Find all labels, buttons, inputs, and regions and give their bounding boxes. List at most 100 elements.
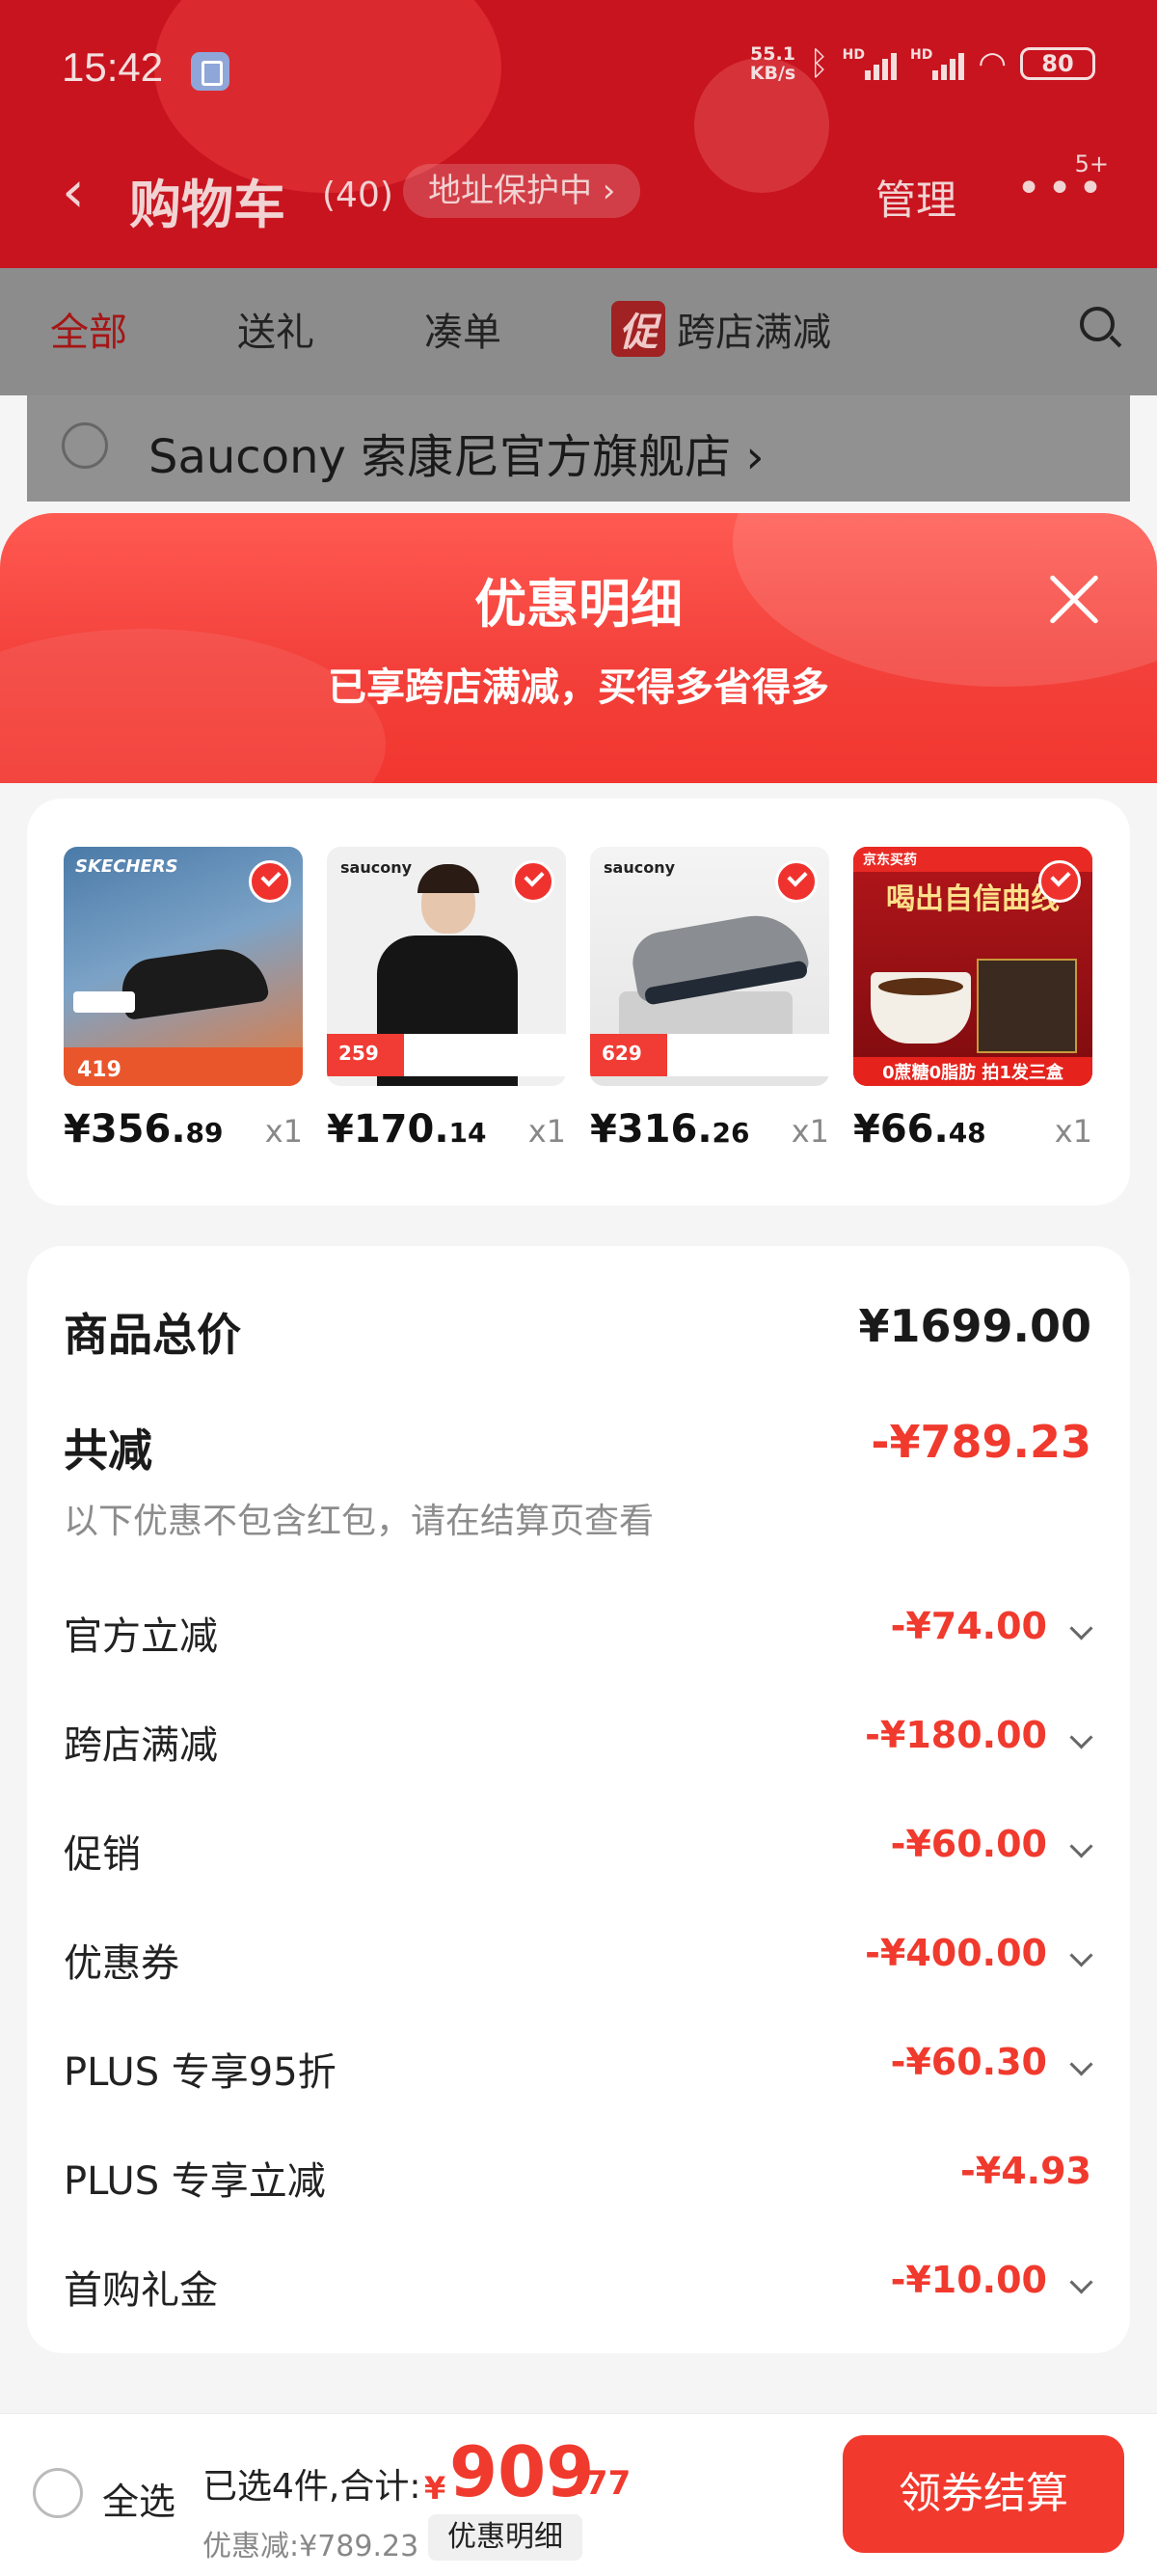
bluetooth-icon: ᛒ — [809, 44, 829, 83]
discount-value: -¥180.00 — [865, 1714, 1047, 1756]
back-chevron-icon[interactable]: ‹ — [62, 163, 85, 221]
product-thumbnail: saucony 629 — [590, 847, 829, 1086]
discount-breakdown-card: 商品总价 ¥1699.00 共减 -¥789.23 以下优惠不包含红包，请在结算… — [27, 1246, 1130, 2353]
price-integer: ¥356. — [64, 1107, 186, 1152]
discount-value: -¥10.00 — [890, 2259, 1047, 2301]
total-price-value: ¥1699.00 — [858, 1300, 1091, 1352]
thumb-price: 419 — [77, 1058, 121, 1082]
thumb-price: 259 — [338, 1042, 379, 1065]
selected-check-icon[interactable] — [512, 860, 554, 903]
checkout-button[interactable]: 领券结算 — [843, 2435, 1124, 2553]
product-quantity: x1 — [264, 1113, 303, 1150]
select-all-label[interactable]: 全选 — [102, 2472, 175, 2525]
model-hair — [417, 864, 479, 893]
store-name[interactable]: Saucony 索康尼官方旗舰店 › — [148, 419, 765, 486]
chevron-down-icon[interactable] — [1069, 1943, 1093, 1967]
thumb-footer: 0蔗糖0脂肪 拍1发三盒 — [853, 1057, 1092, 1086]
product-price: ¥356.89 — [64, 1107, 224, 1152]
product-quantity: x1 — [1054, 1113, 1092, 1150]
chevron-down-icon[interactable] — [1069, 1725, 1093, 1749]
discount-row-plus-95[interactable]: PLUS 专享95折 -¥60.30 — [64, 2033, 1093, 2101]
product-brand: saucony — [340, 858, 413, 877]
hd-label-2: HD — [909, 47, 933, 63]
thumb-footer-text: 0蔗糖0脂肪 拍1发三盒 — [882, 1063, 1063, 1083]
signal-2: HD — [909, 47, 965, 80]
hd-label-1: HD — [842, 47, 865, 63]
thumb-price-bar: 259 — [327, 1034, 566, 1076]
chevron-down-icon[interactable] — [1069, 1834, 1093, 1858]
coffee-cup-image — [871, 972, 971, 1044]
reduction-note: 以下优惠不包含红包，请在结算页查看 — [64, 1502, 655, 1541]
network-speed-unit: KB/s — [749, 63, 796, 84]
product-price-row: ¥170.14 x1 — [327, 1107, 566, 1165]
price-decimal: 26 — [712, 1117, 750, 1149]
selected-check-icon[interactable] — [1038, 860, 1081, 903]
status-time: 15:42 — [62, 44, 164, 90]
product-item[interactable]: SKECHERS 419 ¥356.89 x1 — [64, 847, 303, 1165]
discount-label: 官方立减 — [64, 1614, 218, 1659]
chevron-down-icon[interactable] — [1069, 2052, 1093, 2076]
sheet-title: 优惠明细 — [474, 574, 683, 635]
tab-cross-store[interactable]: 促跨店满减 — [611, 301, 831, 357]
selected-products-card: SKECHERS 419 ¥356.89 x1 saucony 259 ¥170… — [27, 799, 1130, 1206]
address-protection-badge[interactable]: 地址保护中 › — [403, 164, 641, 218]
discount-label: PLUS 专享立减 — [64, 2159, 326, 2204]
discount-detail-button[interactable]: 优惠明细 — [428, 2514, 582, 2561]
discount-row-promo[interactable]: 促销 -¥60.00 — [64, 1815, 1093, 1883]
discount-row-plus-direct: PLUS 专享立减 -¥4.93 — [64, 2142, 1091, 2210]
product-price: ¥66.48 — [853, 1107, 986, 1152]
chevron-down-icon[interactable] — [1069, 1616, 1093, 1641]
tab-gift[interactable]: 送礼 — [237, 301, 314, 357]
product-price-row: ¥66.48 x1 — [853, 1107, 1092, 1165]
select-all-radio[interactable] — [33, 2468, 83, 2518]
product-item[interactable]: saucony 629 ¥316.26 x1 — [590, 847, 829, 1165]
product-price: ¥316.26 — [590, 1107, 750, 1152]
product-thumbnail: SKECHERS 419 — [64, 847, 303, 1086]
product-box-image — [977, 959, 1077, 1053]
search-icon[interactable] — [1080, 307, 1115, 341]
manage-button[interactable]: 管理 — [875, 168, 956, 227]
product-item[interactable]: saucony 259 ¥170.14 x1 — [327, 847, 566, 1165]
selected-check-icon[interactable] — [775, 860, 818, 903]
discount-label: 跨店满减 — [64, 1723, 218, 1768]
discount-row-first-purchase[interactable]: 首购礼金 -¥10.00 — [64, 2251, 1093, 2318]
store-select-radio[interactable] — [62, 422, 108, 469]
total-reduction-value: -¥789.23 — [871, 1416, 1091, 1468]
discount-value: -¥74.00 — [890, 1605, 1047, 1647]
status-bar: 15:42 55.1 KB/s ᛒ HD HD ◠ 80 — [62, 39, 1095, 96]
discount-value: -¥60.30 — [890, 2041, 1047, 2083]
product-quantity: x1 — [791, 1113, 829, 1150]
product-item[interactable]: 京东买药 喝出自信曲线 0蔗糖0脂肪 拍1发三盒 ¥66.48 x1 — [853, 847, 1092, 1165]
close-icon[interactable] — [1045, 571, 1103, 629]
more-menu-icon[interactable]: 5+ ••• — [1016, 150, 1109, 213]
checkout-bar: 全选 已选4件,合计: ¥ 909 .77 优惠减:¥789.23 优惠明细 领… — [0, 2413, 1157, 2576]
app-notification-icon — [191, 52, 229, 91]
tab-bundle[interactable]: 凑单 — [424, 301, 501, 357]
product-thumbnail: 京东买药 喝出自信曲线 0蔗糖0脂肪 拍1发三盒 — [853, 847, 1092, 1086]
product-brand: SKECHERS — [75, 856, 178, 877]
filter-tabs: 全部 送礼 凑单 促跨店满减 — [0, 268, 1157, 395]
store-row: Saucony 索康尼官方旗舰店 › — [27, 395, 1130, 502]
promo-badge: 促 — [611, 301, 665, 357]
status-indicators: 55.1 KB/s ᛒ HD HD ◠ 80 — [750, 44, 1095, 83]
discount-label: 促销 — [64, 1832, 141, 1877]
price-decimal: 89 — [185, 1117, 224, 1149]
product-brand: saucony — [604, 858, 676, 877]
discount-label: 首购礼金 — [64, 2268, 218, 2313]
sheet-header: 优惠明细 已享跨店满减，买得多省得多 — [0, 513, 1157, 783]
thumb-price-bar: 629 — [590, 1034, 829, 1076]
product-thumbnail: saucony 259 — [327, 847, 566, 1086]
discount-label: PLUS 专享95折 — [64, 2050, 336, 2095]
tab-all[interactable]: 全部 — [50, 301, 127, 357]
discount-row-cross-store[interactable]: 跨店满减 -¥180.00 — [64, 1706, 1093, 1774]
thumb-price: 629 — [602, 1042, 642, 1065]
discount-row-coupon[interactable]: 优惠券 -¥400.00 — [64, 1924, 1093, 1992]
price-decimal: 48 — [948, 1117, 986, 1149]
chevron-down-icon[interactable] — [1069, 2270, 1093, 2294]
discount-value: -¥4.93 — [960, 2150, 1091, 2192]
discount-row-official[interactable]: 官方立减 -¥74.00 — [64, 1597, 1093, 1665]
cart-header: 15:42 55.1 KB/s ᛒ HD HD ◠ 80 ‹ 购物车 (40) … — [0, 0, 1157, 268]
selected-check-icon[interactable] — [249, 860, 291, 903]
product-quantity: x1 — [527, 1113, 566, 1150]
total-reduction-label: 共减 — [64, 1424, 152, 1477]
